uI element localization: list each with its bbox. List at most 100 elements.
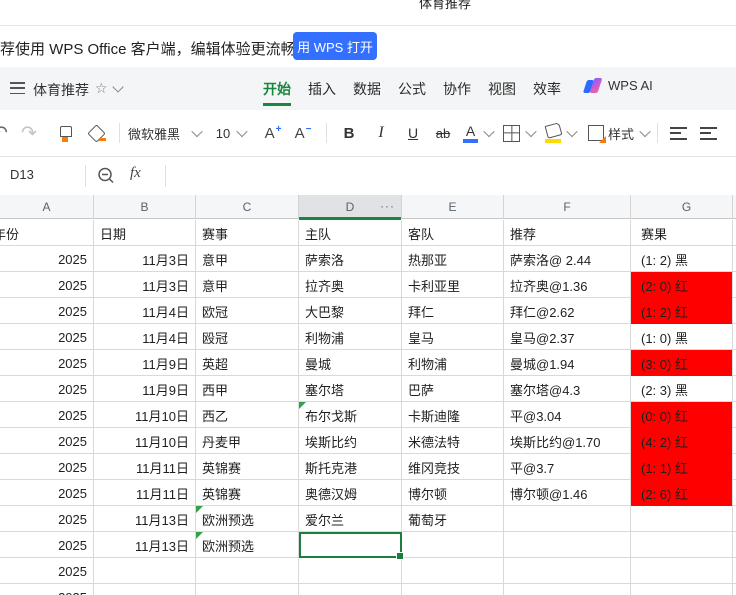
sheet-cell[interactable]: 维冈竞技 (402, 454, 504, 480)
tab-view[interactable]: 视图 (488, 68, 516, 110)
redo-icon[interactable]: ↷ (15, 122, 43, 145)
sheet-cell[interactable]: 2025 (0, 428, 94, 454)
tab-insert[interactable]: 插入 (308, 68, 336, 110)
sheet-cell[interactable]: 葡萄牙 (402, 506, 504, 532)
sheet-cell[interactable]: 平@3.04 (504, 402, 631, 428)
cell-styles-button[interactable]: 样式 (588, 124, 651, 143)
sheet-cell[interactable] (196, 558, 299, 584)
sheet-cell[interactable]: (1: 2) 红 (631, 298, 733, 324)
sheet-cell[interactable]: (2: 0) 红 (631, 272, 733, 298)
sheet-cell[interactable] (94, 584, 196, 595)
column-header-G[interactable]: G (631, 195, 733, 219)
sheet-cell[interactable]: 11月11日 (94, 480, 196, 506)
sheet-cell[interactable] (504, 584, 631, 595)
sheet-cell[interactable] (631, 532, 733, 558)
sheet-cell[interactable]: 2025 (0, 376, 94, 402)
sheet-cell[interactable]: 埃斯比约@1.70 (504, 428, 631, 454)
sheet-cell[interactable]: 11月13日 (94, 532, 196, 558)
column-header-B[interactable]: B (94, 195, 196, 219)
sheet-cell[interactable]: 西乙 (196, 402, 299, 428)
sheet-cell[interactable]: 英锦赛 (196, 454, 299, 480)
align-left-icon[interactable] (666, 126, 690, 140)
title-chevron-down-icon[interactable] (112, 81, 124, 93)
sheet-cell[interactable] (402, 532, 504, 558)
sheet-header-cell[interactable]: 推荐 (504, 220, 631, 246)
wps-ai-button[interactable]: WPS AI (582, 78, 653, 93)
sheet-cell[interactable]: 卡斯迪隆 (402, 402, 504, 428)
font-size-select[interactable]: 10 (215, 126, 248, 141)
sheet-cell[interactable]: (4: 2) 红 (631, 428, 733, 454)
sheet-cell[interactable]: 2025 (0, 298, 94, 324)
sheet-cell[interactable]: 11月10日 (94, 428, 196, 454)
sheet-cell[interactable]: 西甲 (196, 376, 299, 402)
sheet-cell[interactable]: 2025 (0, 402, 94, 428)
sheet-cell[interactable]: 拜仁 (402, 298, 504, 324)
sheet-cell[interactable]: 2025 (0, 324, 94, 350)
sheet-cell[interactable]: 米德法特 (402, 428, 504, 454)
sheet-cell[interactable]: 大巴黎 (299, 298, 402, 324)
sheet-cell[interactable]: 卡利亚里 (402, 272, 504, 298)
sheet-cell[interactable]: 皇马 (402, 324, 504, 350)
fill-color-button[interactable] (544, 121, 578, 143)
sheet-cell[interactable]: 拉齐奥 (299, 272, 402, 298)
sheet-cell[interactable]: 意甲 (196, 246, 299, 272)
sheet-cell[interactable]: 2025 (0, 558, 94, 584)
column-header-F[interactable]: F (504, 195, 631, 219)
underline-button[interactable]: U (399, 125, 427, 141)
sheet-cell[interactable]: 博尔顿@1.46 (504, 480, 631, 506)
sheet-cell[interactable] (299, 584, 402, 595)
sheet-cell[interactable]: 巴萨 (402, 376, 504, 402)
sheet-cell[interactable]: 11月13日 (94, 506, 196, 532)
sheet-cell[interactable]: (3: 0) 红 (631, 350, 733, 376)
sheet-cell[interactable]: 博尔顿 (402, 480, 504, 506)
sheet-cell[interactable]: 萨索洛@ 2.44 (504, 246, 631, 272)
open-in-wps-button[interactable]: 用 WPS 打开 (293, 32, 377, 60)
sheet-cell[interactable]: 殴冠 (196, 324, 299, 350)
decrease-font-icon[interactable]: A− (288, 124, 318, 142)
strikethrough-button[interactable]: ab (429, 126, 457, 141)
tab-efficiency[interactable]: 效率 (533, 68, 561, 110)
sheet-cell[interactable]: 英锦赛 (196, 480, 299, 506)
clear-format-eraser-icon[interactable] (83, 123, 111, 143)
sheet-cell[interactable]: 皇马@2.37 (504, 324, 631, 350)
insert-function-fx-icon[interactable]: fx (130, 165, 141, 182)
column-header-D[interactable]: D ··· (299, 195, 402, 220)
sheet-cell[interactable]: 2025 (0, 480, 94, 506)
hamburger-menu-icon[interactable] (10, 82, 25, 94)
sheet-cell[interactable]: 2025 (0, 350, 94, 376)
sheet-cell[interactable]: 2025 (0, 272, 94, 298)
sheet-cell[interactable]: 意甲 (196, 272, 299, 298)
sheet-cell[interactable]: 利物浦 (299, 324, 402, 350)
tab-home[interactable]: 开始 (263, 68, 291, 110)
sheet-cell[interactable]: 欧冠 (196, 298, 299, 324)
undo-icon[interactable]: ↶ (0, 122, 8, 145)
sheet-cell[interactable] (402, 558, 504, 584)
sheet-header-cell[interactable]: 赛果 (631, 220, 733, 246)
sheet-cell[interactable]: 欧洲预选 (196, 506, 299, 532)
sheet-cell[interactable]: 斯托克港 (299, 454, 402, 480)
sheet-cell[interactable] (504, 558, 631, 584)
fill-handle[interactable] (396, 552, 404, 560)
sheet-cell[interactable]: 平@3.7 (504, 454, 631, 480)
sheet-cell[interactable] (631, 506, 733, 532)
sheet-cell[interactable]: 11月3日 (94, 272, 196, 298)
sheet-header-cell[interactable]: 日期 (94, 220, 196, 246)
sheet-cell[interactable]: (1: 1) 红 (631, 454, 733, 480)
font-name-select[interactable]: 微软雅黑 (128, 124, 203, 143)
sheet-cell[interactable]: 塞尔塔@4.3 (504, 376, 631, 402)
sheet-cell[interactable]: 11月11日 (94, 454, 196, 480)
sheet-cell[interactable]: 11月3日 (94, 246, 196, 272)
sheet-cell[interactable]: 爱尔兰 (299, 506, 402, 532)
tab-data[interactable]: 数据 (353, 68, 381, 110)
sheet-cell[interactable] (631, 558, 733, 584)
tab-formula[interactable]: 公式 (398, 68, 426, 110)
sheet-cell[interactable]: 塞尔塔 (299, 376, 402, 402)
zoom-out-magnifier-icon[interactable] (96, 166, 116, 186)
sheet-cell[interactable]: 11月9日 (94, 376, 196, 402)
sheet-cell[interactable]: 11月10日 (94, 402, 196, 428)
sheet-cell[interactable]: 2025 (0, 506, 94, 532)
sheet-cell[interactable]: 11月9日 (94, 350, 196, 376)
borders-button[interactable] (503, 124, 537, 142)
sheet-cell[interactable]: 2025 (0, 532, 94, 558)
sheet-cell[interactable]: (2: 6) 红 (631, 480, 733, 506)
